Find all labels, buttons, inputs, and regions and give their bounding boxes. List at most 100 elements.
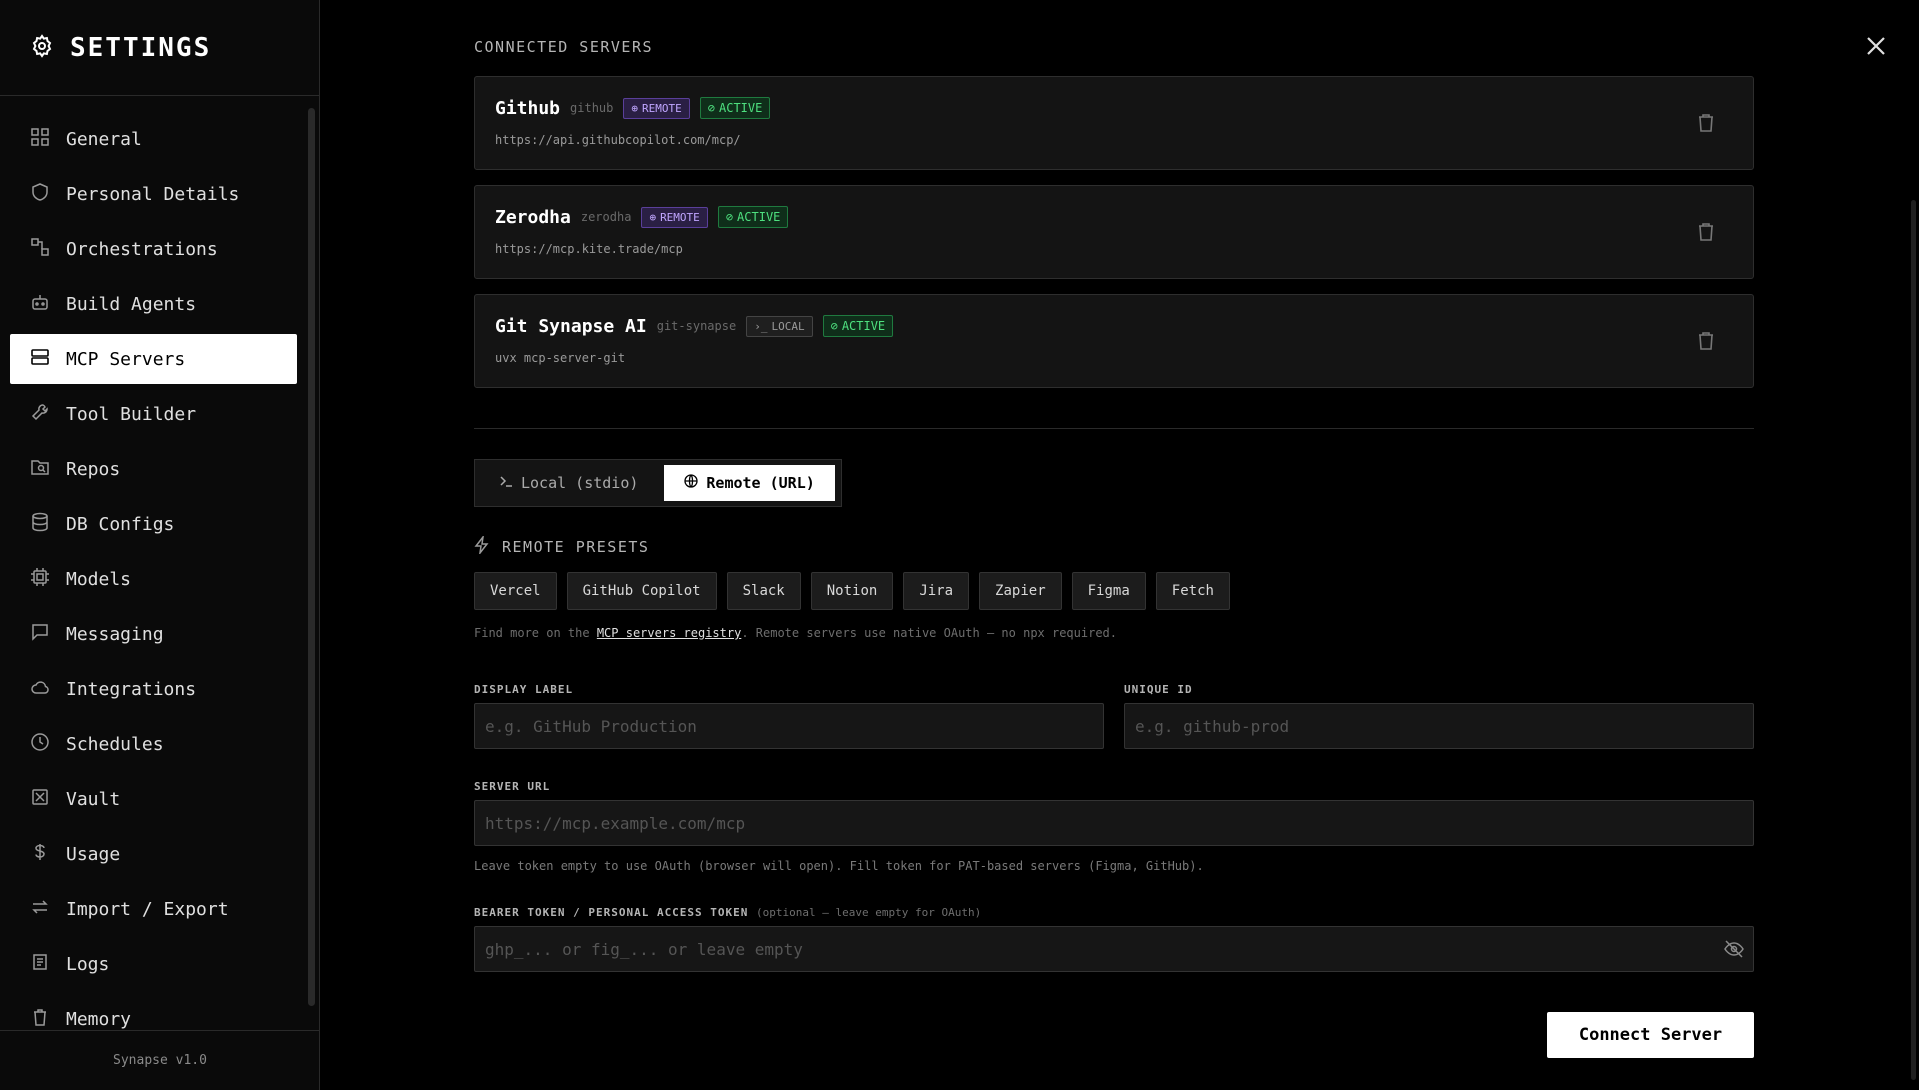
sidebar-header: SETTINGS [0,0,319,96]
terminal-icon: ›_ [754,319,768,333]
sidebar-item-label: Orchestrations [66,238,218,260]
sidebar-item-label: Tool Builder [66,403,197,425]
sidebar-item-label: Memory [66,1008,132,1030]
preset-fetch[interactable]: Fetch [1155,572,1230,610]
server-name: Github [495,97,561,119]
sidebar-item-db-configs[interactable]: DB Configs [10,499,297,549]
sidebar-item-memory[interactable]: Memory [10,994,297,1032]
workflow-icon [30,237,50,262]
sidebar-item-logs[interactable]: Logs [10,939,297,989]
server-type-badge: ⊕ REMOTE [623,97,690,119]
arrows-icon [30,897,50,922]
sidebar-item-messaging[interactable]: Messaging [10,609,297,659]
token-label-text: BEARER TOKEN / PERSONAL ACCESS TOKEN [474,906,749,919]
sidebar-item-label: Integrations [66,678,197,700]
sidebar-item-vault[interactable]: Vault [10,774,297,824]
sidebar-item-label: Models [66,568,132,590]
status-badge: ⊘ ACTIVE [717,206,789,228]
sidebar-item-schedules[interactable]: Schedules [10,719,297,769]
shield-icon [30,182,50,207]
logs-icon [30,952,50,977]
preset-slack[interactable]: Slack [726,572,801,610]
sidebar-item-label: Schedules [66,733,164,755]
section-divider [474,428,1754,429]
check-circle-icon: ⊘ [707,101,715,115]
preset-list: Vercel GitHub Copilot Slack Notion Jira … [474,572,1230,610]
terminal-icon [499,474,513,492]
trash-icon [30,1007,50,1032]
hint-text: . Remote servers use native OAuth — no n… [741,626,1118,640]
sidebar-item-label: Personal Details [66,183,240,205]
registry-hint: Find more on the MCP servers registry. R… [474,626,1117,640]
token-label: BEARER TOKEN / PERSONAL ACCESS TOKEN (op… [474,906,981,919]
connect-server-button[interactable]: Connect Server [1547,1012,1754,1058]
delete-server-button[interactable] [1697,222,1715,242]
app-version: Synapse v1.0 [0,1030,320,1090]
preset-figma[interactable]: Figma [1071,572,1146,610]
toggle-visibility-button[interactable] [1724,940,1744,958]
status-badge: ⊘ ACTIVE [699,97,771,119]
token-input[interactable] [474,926,1754,972]
grid-icon [30,127,50,152]
sidebar-item-label: Usage [66,843,121,865]
server-url: https://mcp.kite.trade/mcp [495,242,683,256]
server-name: Zerodha [495,206,571,228]
message-icon [30,622,50,647]
preset-vercel[interactable]: Vercel [474,572,557,610]
lightning-icon [474,534,490,558]
sidebar-item-personal-details[interactable]: Personal Details [10,169,297,219]
sidebar-item-repos[interactable]: Repos [10,444,297,494]
clock-icon [30,732,50,757]
main-scrollbar[interactable] [1911,200,1916,1080]
preset-github-copilot[interactable]: GitHub Copilot [566,572,717,610]
hint-text: Find more on the [474,626,597,640]
server-card-git-synapse: Git Synapse AI git-synapse ›_ LOCAL ⊘ ACTI… [474,294,1754,388]
tab-label: Local (stdio) [521,474,639,492]
wrench-icon [30,402,50,427]
server-type-badge: ›_ LOCAL [746,315,813,337]
preset-jira[interactable]: Jira [903,572,970,610]
status-badge: ⊘ ACTIVE [822,315,894,337]
sidebar-item-label: MCP Servers [66,348,186,370]
preset-notion[interactable]: Notion [810,572,894,610]
sidebar-item-models[interactable]: Models [10,554,297,604]
sidebar-item-usage[interactable]: Usage [10,829,297,879]
server-card-zerodha: Zerodha zerodha ⊕ REMOTE ⊘ ACTIVE https://… [474,185,1754,279]
sidebar-item-general[interactable]: General [10,114,297,164]
sidebar-title: SETTINGS [70,32,212,63]
server-command: uvx mcp-server-git [495,351,626,365]
registry-link[interactable]: MCP servers registry [597,626,742,640]
folder-search-icon [30,457,50,482]
database-icon [30,512,50,537]
delete-server-button[interactable] [1697,113,1715,133]
sidebar-item-build-agents[interactable]: Build Agents [10,279,297,329]
sidebar-scrollbar[interactable] [308,108,315,1006]
sidebar-item-import-export[interactable]: Import / Export [10,884,297,934]
server-id: git-synapse [656,319,737,333]
sidebar-item-tool-builder[interactable]: Tool Builder [10,389,297,439]
connected-servers-title: CONNECTED SERVERS [474,38,654,56]
cpu-icon [30,567,50,592]
token-label-optional: (optional — leave empty for OAuth) [756,906,982,919]
close-button[interactable] [1862,32,1890,60]
delete-server-button[interactable] [1697,331,1715,351]
tab-local-stdio[interactable]: Local (stdio) [479,465,658,501]
tab-remote-url[interactable]: Remote (URL) [664,465,835,501]
gear-icon [30,33,54,62]
display-label-input[interactable] [474,703,1104,749]
dollar-icon [30,842,50,867]
unique-id-input[interactable] [1124,703,1754,749]
sidebar-item-mcp-servers[interactable]: MCP Servers [10,334,297,384]
sidebar-nav: General Personal Details Orchestrations … [10,114,297,1032]
server-url-input[interactable] [474,800,1754,846]
trash-icon [1699,223,1713,241]
server-id: zerodha [580,210,632,224]
sidebar-item-orchestrations[interactable]: Orchestrations [10,224,297,274]
eye-off-icon [1724,940,1744,958]
display-label-label: DISPLAY LABEL [474,683,574,696]
cloud-icon [30,677,50,702]
sidebar-item-label: Logs [66,953,110,975]
preset-zapier[interactable]: Zapier [979,572,1062,610]
trash-icon [1699,332,1713,350]
sidebar-item-integrations[interactable]: Integrations [10,664,297,714]
